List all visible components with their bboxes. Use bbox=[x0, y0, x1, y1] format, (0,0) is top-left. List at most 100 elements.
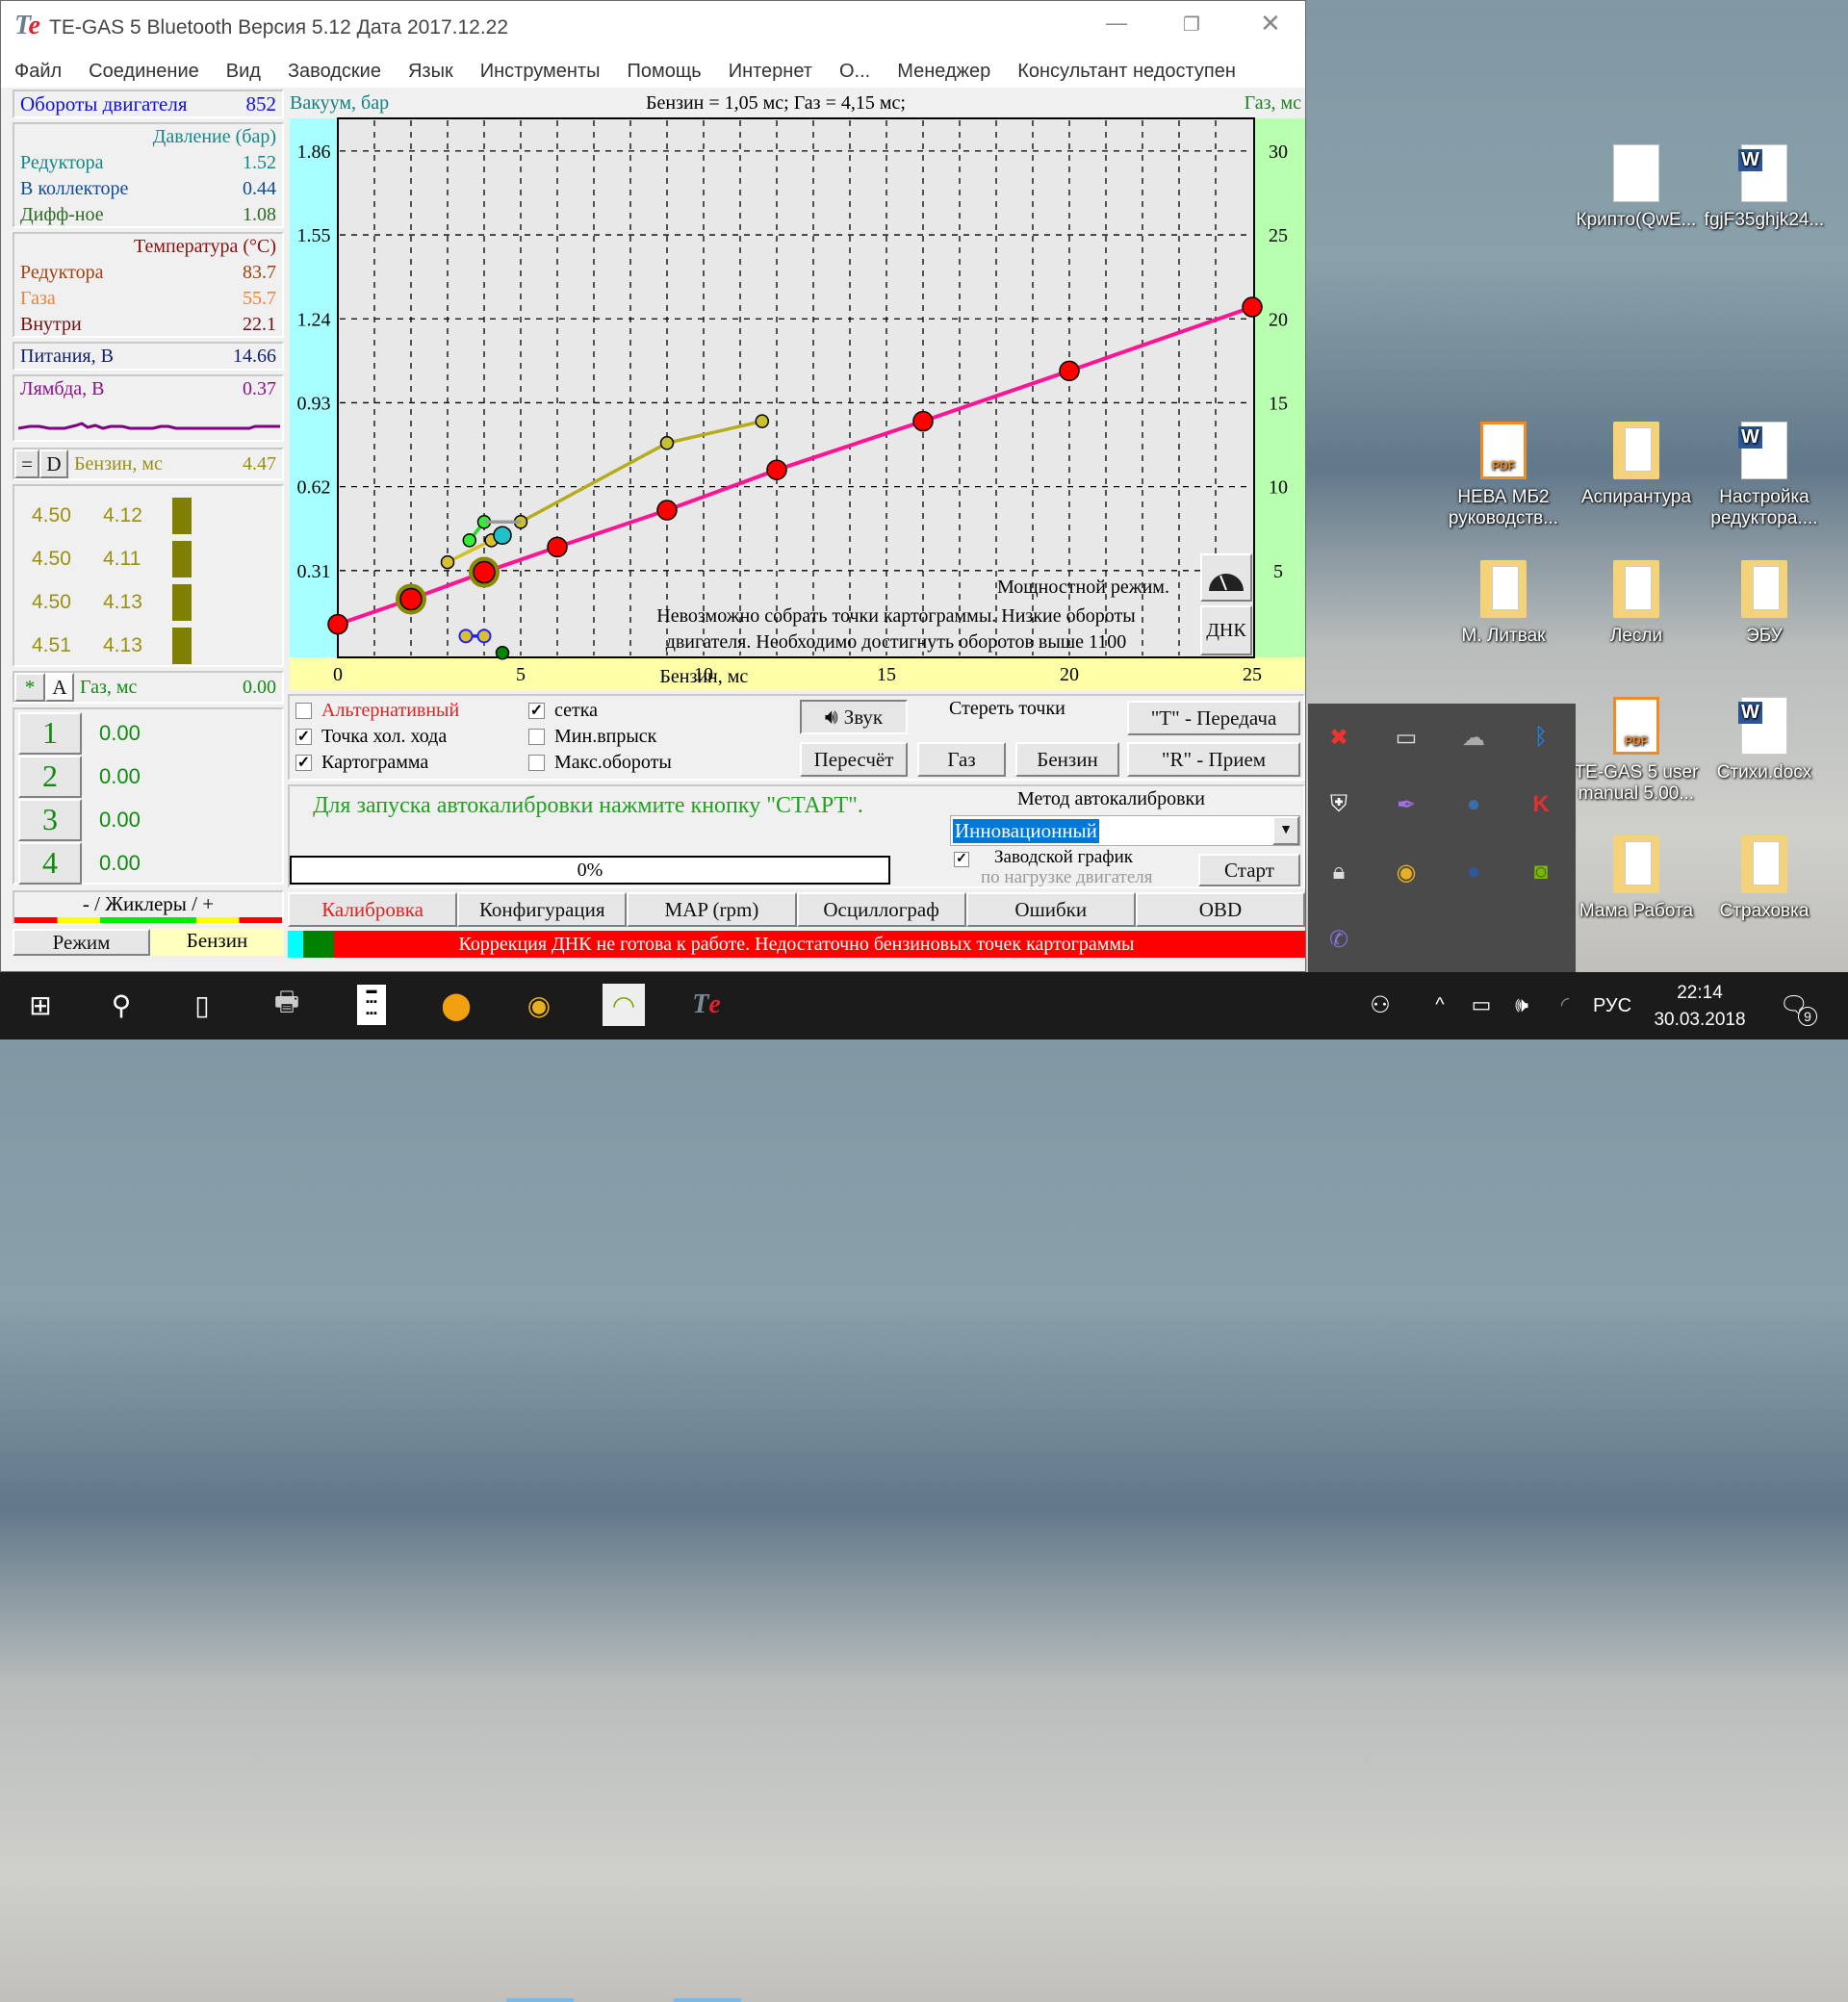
erase-petrol-button[interactable]: Бензин bbox=[1015, 742, 1119, 777]
start-icon[interactable]: ⊞ bbox=[19, 984, 62, 1026]
defender-warning-icon[interactable]: ⛨ bbox=[1322, 788, 1355, 821]
desktop-icon[interactable]: PDF TE-GAS 5 user manual 5.00... bbox=[1574, 697, 1699, 805]
desktop-icon[interactable]: W Стихи.docx bbox=[1702, 697, 1827, 783]
folder-icon bbox=[1613, 560, 1659, 618]
left-tick-label: 0.62 bbox=[297, 477, 331, 499]
right-tick-label: 5 bbox=[1273, 561, 1283, 582]
left-tick-label: 0.93 bbox=[297, 393, 331, 414]
chrome-icon[interactable]: ◉ bbox=[518, 984, 560, 1026]
right-tick-label: 10 bbox=[1269, 477, 1288, 499]
wifi-app-icon[interactable]: ◠ bbox=[603, 984, 645, 1026]
folder-icon bbox=[1613, 422, 1659, 479]
network-error-icon[interactable]: ✖ bbox=[1322, 721, 1355, 754]
battery-icon[interactable]: ▭ bbox=[1460, 984, 1502, 1026]
checkbox-label: Макс.обороты bbox=[554, 752, 672, 773]
map-checkbox[interactable]: ✓ Картограмма bbox=[295, 750, 459, 776]
x-axis-band bbox=[290, 657, 1305, 690]
dnk-button[interactable]: ДНК bbox=[1200, 605, 1252, 655]
data-point bbox=[440, 554, 455, 570]
language-indicator[interactable]: РУС bbox=[1593, 995, 1631, 1017]
chevron-up-icon[interactable]: ^ bbox=[1419, 984, 1461, 1026]
alternative-checkbox[interactable]: Альтернативный bbox=[295, 698, 459, 724]
autocal-message: Для запуска автокалибровки нажмите кнопк… bbox=[313, 793, 863, 818]
checkbox-box: ✓ bbox=[954, 852, 969, 867]
sound-button[interactable]: 🔊︎ Звук bbox=[800, 700, 908, 734]
desktop-icon[interactable]: Аспирантура bbox=[1574, 422, 1699, 508]
erase-gas-button[interactable]: Газ bbox=[917, 742, 1006, 777]
max-rpm-checkbox[interactable]: Макс.обороты bbox=[528, 750, 672, 776]
idle-point-checkbox[interactable]: ✓ Точка хол. хода bbox=[295, 724, 459, 750]
tray-overflow-popup: ✖ ▭ ☁ ᛒ ⛨ ✒ ● K 🔒︎ ◉ ● ◙ ✆ bbox=[1308, 704, 1576, 972]
transmit-button[interactable]: "T" - Передача bbox=[1127, 701, 1300, 735]
tab-oscilloscope[interactable]: Осциллограф bbox=[796, 892, 966, 927]
feather-icon[interactable]: ✒ bbox=[1390, 788, 1423, 821]
notifications-icon[interactable]: 🗨︎ 9 bbox=[1773, 984, 1817, 1026]
data-point bbox=[1059, 360, 1080, 382]
load-label: по нагрузке двигателя bbox=[981, 867, 1153, 887]
display-icon[interactable]: ▭ bbox=[1390, 721, 1423, 754]
grid-checkbox[interactable]: ✓ сетка bbox=[528, 698, 672, 724]
start-button[interactable]: Старт bbox=[1198, 854, 1300, 886]
vpn-lock-icon[interactable]: 🔒︎ bbox=[1322, 856, 1355, 888]
tab-errors[interactable]: Ошибки bbox=[965, 892, 1136, 927]
calculator-icon[interactable]: ▬ ▪▪▪ ▪▪▪ bbox=[350, 984, 393, 1026]
clock[interactable]: 22:14 30.03.2018 bbox=[1652, 980, 1748, 1034]
desktop-icon[interactable]: М. Литвак bbox=[1441, 560, 1566, 647]
desktop-icon[interactable]: Мама Работа bbox=[1574, 835, 1699, 922]
desktop-icon-label: Стихи.docx bbox=[1716, 762, 1812, 783]
device-manager-icon[interactable]: 🖶︎ bbox=[266, 984, 308, 1026]
desktop-icon[interactable]: ЭБУ bbox=[1702, 560, 1827, 647]
receive-button[interactable]: "R" - Прием bbox=[1127, 742, 1300, 777]
chevron-down-icon[interactable]: ▼ bbox=[1272, 816, 1299, 845]
injector-2-button[interactable]: 2 bbox=[18, 755, 82, 798]
tab-calibration[interactable]: Калибровка bbox=[288, 892, 458, 927]
gauge-button[interactable] bbox=[1200, 553, 1252, 602]
desktop-icon[interactable]: Крипто(QwE... bbox=[1574, 144, 1699, 231]
desktop-icon[interactable]: WfgjF35ghjk24... bbox=[1702, 144, 1827, 231]
wifi-icon[interactable]: ◜ bbox=[1544, 984, 1586, 1026]
chrome-icon[interactable]: ◉ bbox=[1390, 856, 1423, 888]
injector-value: 0.00 bbox=[99, 850, 141, 875]
search-icon[interactable]: ⚲ bbox=[100, 984, 142, 1026]
aimp-icon[interactable]: ⬤ bbox=[435, 984, 477, 1026]
injector-4-button[interactable]: 4 bbox=[18, 841, 82, 885]
method-select[interactable]: Инновационный ▼ bbox=[950, 815, 1300, 846]
globe-icon[interactable]: ● bbox=[1457, 856, 1490, 888]
task-view-icon[interactable]: ▯ bbox=[181, 984, 223, 1026]
mode-button[interactable]: Режим bbox=[13, 929, 150, 956]
desktop-icon[interactable]: Страховка bbox=[1702, 835, 1827, 922]
data-point bbox=[1242, 296, 1263, 318]
viber-icon[interactable]: ✆ bbox=[1322, 923, 1355, 956]
recalc-button[interactable]: Пересчёт bbox=[800, 742, 908, 777]
injector-group: 1 0.00 2 0.00 3 0.00 4 0.00 bbox=[13, 707, 284, 885]
desktop-icon[interactable]: W Настройка редуктора.... bbox=[1702, 422, 1827, 529]
nvidia-icon[interactable]: ◙ bbox=[1525, 856, 1557, 888]
x-tick-label: 5 bbox=[516, 664, 526, 685]
injector-1-button[interactable]: 1 bbox=[18, 711, 82, 755]
data-point bbox=[659, 436, 675, 450]
min-injection-checkbox[interactable]: Мин.впрыск bbox=[528, 724, 672, 750]
checkbox-box bbox=[295, 703, 312, 719]
kaspersky-icon[interactable]: K bbox=[1525, 788, 1557, 821]
file-icon bbox=[1613, 144, 1659, 202]
volume-icon[interactable]: 🕪︎ bbox=[1501, 984, 1543, 1026]
desktop-icon[interactable]: PDF НЕВА МБ2 руководств... bbox=[1441, 422, 1566, 529]
desktop-icon[interactable]: Лесли bbox=[1574, 560, 1699, 647]
word-icon: W bbox=[1738, 697, 1787, 755]
bluetooth-icon[interactable]: ᛒ bbox=[1525, 721, 1557, 754]
taskbar: ⊞ ⚲ ▯ 🖶︎ ▬ ▪▪▪ ▪▪▪ ⬤ ◉ ◠ Te ⚇ ^ ▭ 🕪︎ ◜ РУС… bbox=[0, 972, 1848, 2002]
checkbox-box bbox=[528, 755, 545, 771]
right-tick-label: 30 bbox=[1269, 141, 1288, 163]
gauge-icon bbox=[1209, 574, 1244, 591]
tab-map-rpm[interactable]: MAP (rpm) bbox=[627, 892, 797, 927]
jets-control[interactable]: - / Жиклеры / + bbox=[13, 890, 284, 925]
factory-graph-checkbox[interactable]: ✓ Заводской график bbox=[954, 848, 1133, 867]
onedrive-icon[interactable]: ☁ bbox=[1457, 721, 1490, 754]
steam-icon[interactable]: ● bbox=[1457, 788, 1490, 821]
tegas-icon[interactable]: Te bbox=[685, 984, 728, 1026]
desktop-icon-label: Крипто(QwE... bbox=[1576, 210, 1697, 230]
tab-configuration[interactable]: Конфигурация bbox=[457, 892, 628, 927]
injector-3-button[interactable]: 3 bbox=[18, 798, 82, 841]
tab-obd[interactable]: OBD bbox=[1135, 892, 1306, 927]
people-icon[interactable]: ⚇ bbox=[1359, 984, 1401, 1026]
